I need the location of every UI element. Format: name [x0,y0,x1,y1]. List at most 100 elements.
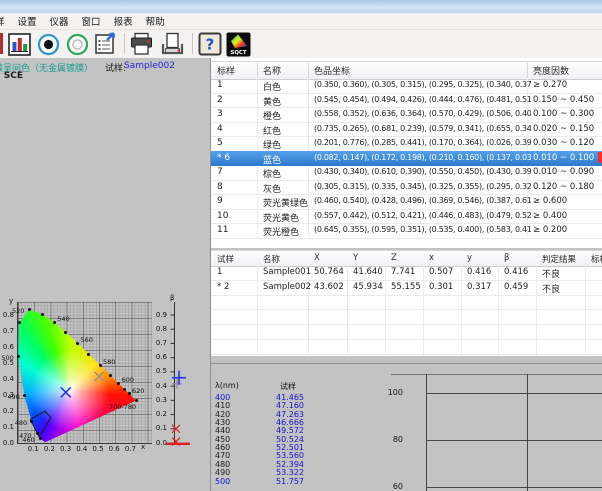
help-button[interactable]: ? [197,31,223,57]
spectral-sample-header: 试样 [280,381,296,392]
samples-table-row[interactable]: 1 Sample001 50.764 41.640 7.741 0.507 0.… [211,265,602,281]
sqct-logo-icon: SQCT [226,32,251,57]
target-empty-icon [65,32,90,57]
standards-table-row[interactable]: 2 黄色 (0.545, 0.454), (0.494, 0.426), (0.… [211,93,602,109]
sample-y: 0.317 [467,282,491,292]
standard-chromaticity-coords: (0.350, 0.360), (0.305, 0.315), (0.295, … [314,80,531,89]
col-header-ref-standard[interactable]: 标样 [591,253,602,265]
sample-name: Sample002 [263,282,312,292]
gridline-100 [426,393,602,394]
standard-luminance-range: ≥ 0.600 [533,196,601,206]
sample-label: 试样: [105,61,126,74]
menu-bar: 样设置仪器窗口报表帮助 [0,13,602,30]
print-output-button[interactable] [159,31,185,57]
col-header-x[interactable]: x [429,253,434,263]
measure-sample-button[interactable] [64,31,90,57]
selected-row-edge-marker [598,152,602,163]
printer-icon [129,32,154,57]
header-separator [257,63,258,78]
page-output-icon [160,32,185,57]
standard-color-name: 橙色 [263,109,312,122]
empty-sample-rows [211,295,602,356]
col-header-beta[interactable]: β [504,253,509,263]
col-header-Y[interactable]: Y [353,253,358,263]
standard-color-name: 白色 [263,80,312,93]
col-header-luminance-factor[interactable]: 亮度因数 [533,64,569,77]
print-button[interactable] [128,31,154,57]
sample-Z: 55.155 [391,282,421,292]
chart-top-border [391,374,602,375]
app-window: 样设置仪器窗口报表帮助 [0,0,602,491]
toolbar-separator [192,33,193,54]
standard-luminance-range: ≥ 0.400 [533,211,601,221]
menu-item[interactable]: 样 [0,14,7,28]
standards-table-row[interactable]: 1 白色 (0.350, 0.360), (0.305, 0.315), (0.… [211,78,602,94]
col-header-sample-name[interactable]: 名称 [263,253,280,265]
col-header-standard-id[interactable]: 标样 [217,64,235,77]
ytick-100: 100 [373,388,403,397]
standard-id: 9 [217,196,257,206]
standard-chromaticity-coords: (0.201, 0.776), (0.285, 0.441), (0.170, … [314,138,531,147]
menu-item[interactable]: 窗口 [80,14,103,28]
col-header-y[interactable]: y [467,253,472,263]
standard-color-name: 红色 [263,124,312,137]
standards-table-row[interactable]: 3 橙色 (0.558, 0.352), (0.636, 0.364), (0.… [211,107,602,123]
standards-table-row[interactable]: 11 荧光橙色 (0.645, 0.355), (0.595, 0.351), … [211,223,602,239]
svg-text:SQCT: SQCT [230,50,246,56]
sample-x: 0.507 [429,267,453,277]
standard-id: 4 [217,124,257,134]
standards-table-row[interactable]: * 6 蓝色 (0.082, 0.147), (0.172, 0.198), (… [211,151,602,167]
gridline-vertical [527,374,528,491]
standard-color-name: 荧光黄色 [263,211,312,224]
header-separator [308,63,309,78]
standard-id: * 6 [217,153,257,163]
measure-standard-button[interactable] [35,31,61,57]
menu-item[interactable]: 设置 [16,14,39,28]
col-header-chromaticity[interactable]: 色品坐标 [314,64,350,77]
report-button[interactable] [93,31,119,57]
standard-id: 2 [217,95,257,105]
standard-chromaticity-coords: (0.545, 0.454), (0.494, 0.426), (0.444, … [314,95,531,104]
chart-view-button[interactable] [6,31,32,57]
sample-y: 0.416 [467,267,491,277]
wavelength-value: 500 [215,478,230,487]
ytick-80: 80 [373,435,403,444]
toolbar: ? SQCT [0,30,602,59]
col-header-result[interactable]: 判定结果 [542,253,576,265]
menu-item[interactable]: 报表 [112,14,135,28]
col-header-name[interactable]: 名称 [263,64,281,77]
standards-table-row[interactable]: 10 荧光黄色 (0.557, 0.442), (0.512, 0.421), … [211,209,602,225]
help-icon: ? [198,32,222,56]
standards-table-row[interactable]: 7 棕色 (0.430, 0.340), (0.610, 0.390), (0.… [211,165,602,181]
gridline-60 [426,487,602,488]
standard-id: 11 [217,225,257,235]
col-header-X[interactable]: X [314,253,320,263]
menu-item[interactable]: 仪器 [48,14,71,28]
standard-id: 7 [217,167,257,177]
samples-table-row[interactable]: * 2 Sample002 43.602 45.934 55.155 0.301… [211,280,602,296]
standard-chromaticity-coords: (0.082, 0.147), (0.172, 0.198), (0.210, … [314,153,531,162]
sample-Z: 7.741 [391,267,415,277]
standard-color-name: 荧光橙色 [263,225,312,238]
sqct-logo-button[interactable]: SQCT [225,31,251,57]
target-filled-icon [36,32,61,57]
standard-id: 3 [217,109,257,119]
menu-item[interactable]: 帮助 [144,14,167,28]
standard-luminance-range: 0.020 ~ 0.150 [533,124,601,134]
header-separator [527,63,528,78]
standards-table-row[interactable]: 5 绿色 (0.201, 0.776), (0.285, 0.441), (0.… [211,136,602,152]
sample-id: * 2 [217,282,257,292]
standards-table-row[interactable]: 9 荧光黄绿色 (0.460, 0.540), (0.428, 0.496), … [211,194,602,210]
standards-table-row[interactable]: 4 红色 (0.735, 0.265), (0.681, 0.239), (0.… [211,122,602,138]
standards-table-row[interactable]: 8 灰色 (0.305, 0.315), (0.335, 0.345), (0.… [211,180,602,196]
data-panel: 标样 名称 色品坐标 亮度因数 1 白色 (0.350, 0.360), (0.… [211,58,602,491]
spectral-row[interactable]: 500 51.757 [211,478,341,486]
standard-chromaticity-coords: (0.557, 0.442), (0.512, 0.421), (0.446, … [314,211,531,220]
standard-luminance-range: 0.030 ~ 0.120 [533,138,601,148]
col-header-Z[interactable]: Z [391,253,397,263]
col-header-sample-id[interactable]: 试样 [217,253,234,265]
standard-chromaticity-coords: (0.430, 0.340), (0.610, 0.390), (0.550, … [314,167,531,176]
title-bar [0,0,602,13]
standard-color-name: 蓝色 [263,153,312,166]
sample-id: 1 [217,267,257,277]
